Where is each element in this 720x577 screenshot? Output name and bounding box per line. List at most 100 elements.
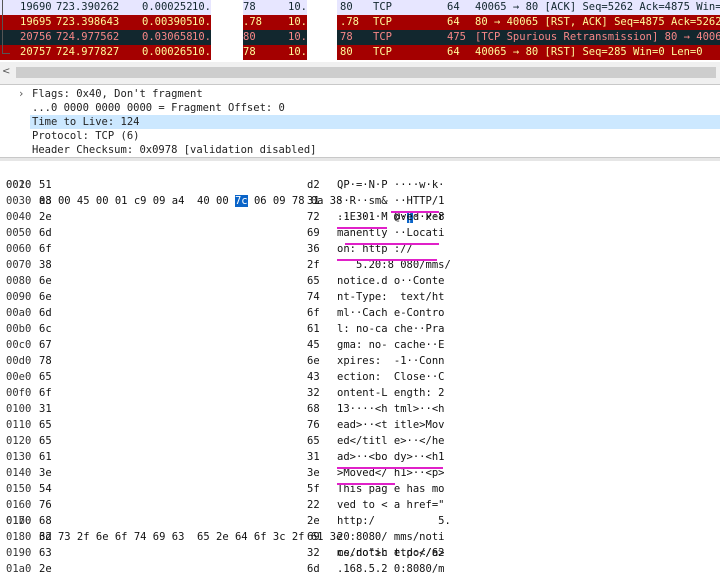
horizontal-scrollbar[interactable]: < <box>0 62 720 85</box>
bytes-hex[interactable]: 65 <box>39 417 52 433</box>
packet-length: 64 <box>447 46 460 58</box>
bytes-hex-tail[interactable]: 45 <box>307 337 320 353</box>
packet-row[interactable]: 20757 724.977827 0.000265 10. 78 10. 80 TCP 64 40… <box>0 45 720 60</box>
bytes-hex-tail[interactable]: 68 <box>307 401 320 417</box>
detail-flags[interactable]: Flags: 0x40, Don't fragment <box>32 87 203 101</box>
bytes-offset: 0130 <box>6 451 32 463</box>
packet-time: 723.398643 <box>56 16 120 28</box>
bytes-hex-tail[interactable]: d2 <box>307 177 320 193</box>
bytes-ascii[interactable]: http:/ 5. <box>337 513 451 529</box>
bytes-hex[interactable]: 51 <box>39 177 52 193</box>
bytes-offset: 0120 <box>6 435 32 447</box>
bytes-ascii[interactable]: notice.d o··Conte <box>337 273 444 289</box>
bytes-row: 0090 6e 74 nt-Type: text/ht <box>0 289 720 305</box>
bytes-hex-tail[interactable]: 31 <box>307 193 320 209</box>
scrollbar-thumb[interactable] <box>16 67 716 78</box>
bytes-ascii[interactable]: ··R··sm& ··HTTP/1 <box>337 193 444 209</box>
bytes-ascii[interactable]: l: no-ca che··Pra <box>337 321 444 337</box>
bytes-hex-tail[interactable]: 6d <box>307 561 320 577</box>
bytes-hex-tail[interactable]: 32 <box>307 385 320 401</box>
detail-ttl-selected[interactable]: Time to Live: 124 <box>30 115 720 129</box>
bytes-hex[interactable]: 61 <box>39 449 52 465</box>
bytes-hex[interactable]: 54 <box>39 481 52 497</box>
bytes-offset: 00b0 <box>6 323 32 335</box>
packet-row[interactable]: 20756 724.977562 0.030658 10. 80 10. 78 TCP 475[… <box>0 30 720 45</box>
bytes-ascii[interactable]: 20:8080/ mms/noti <box>337 529 444 545</box>
bytes-hex[interactable]: 6f <box>39 241 52 257</box>
bytes-ascii[interactable]: xpires: -1··Conn <box>337 353 444 369</box>
bytes-row: 0030 a3 31 ··R··sm& ··HTTP/1 <box>0 193 720 209</box>
detail-fragment-offset[interactable]: ...0 0000 0000 0000 = Fragment Offset: 0 <box>32 101 285 115</box>
bytes-ascii[interactable]: nt-Type: text/ht <box>337 289 444 305</box>
bytes-hex-tail[interactable]: 6f <box>307 305 320 321</box>
bytes-hex[interactable]: 3e <box>39 465 52 481</box>
packet-time: 724.977562 <box>56 31 120 43</box>
bytes-hex[interactable]: 38 <box>39 257 52 273</box>
bytes-hex[interactable]: 31 <box>39 401 52 417</box>
bytes-hex-tail[interactable]: 6e <box>307 353 320 369</box>
bytes-hex-tail[interactable]: 76 <box>307 417 320 433</box>
expand-arrow-icon[interactable]: › <box>18 87 24 101</box>
bytes-ascii[interactable]: ontent-L ength: 2 <box>337 385 444 401</box>
bytes-row: 00d0 78 6e xpires: -1··Conn <box>0 353 720 369</box>
packet-dst-tail: 80 <box>340 46 353 58</box>
annotation-underline <box>337 259 437 261</box>
packet-row[interactable]: 19690 723.390262 0.000252 10. 78 10. 80 TCP 64 40… <box>0 0 720 15</box>
packet-delta: 0.030658 <box>142 31 193 43</box>
bytes-hex-tail[interactable]: 43 <box>307 369 320 385</box>
bytes-hex[interactable]: 6c <box>39 321 52 337</box>
detail-checksum[interactable]: Header Checksum: 0x0978 [validation disa… <box>32 143 316 157</box>
packet-list[interactable]: 19690 723.390262 0.000252 10. 78 10. 80 TCP 64 40… <box>0 0 720 62</box>
bytes-ascii[interactable]: ead>··<t itle>Mov <box>337 417 444 433</box>
bytes-ascii[interactable]: 13····<h tml>··<h <box>337 401 444 417</box>
bytes-row: 0130 61 31 ad>··<bo dy>··<h1 <box>0 449 720 465</box>
bytes-ascii[interactable]: ad>··<bo dy>··<h1 <box>337 449 444 465</box>
bytes-offset: 0090 <box>6 291 32 303</box>
bytes-row: 0080 6e 65 notice.d o··Conte <box>0 273 720 289</box>
bytes-hex-tail[interactable]: 3e <box>307 465 320 481</box>
bytes-hex[interactable]: 78 <box>39 353 52 369</box>
bytes-ascii[interactable]: QP·=·N·P ····w·k· <box>337 177 444 193</box>
bytes-row: 00f0 6f 32 ontent-L ength: 2 <box>0 385 720 401</box>
bytes-hex-tail[interactable]: 65 <box>307 273 320 289</box>
bytes-hex-tail[interactable]: 2e <box>307 513 320 529</box>
bytes-hex-tail[interactable]: 74 <box>307 289 320 305</box>
bytes-ascii[interactable]: .168.5.2 0:8080/m <box>337 561 444 577</box>
bytes-ascii[interactable]: gma: no- cache··E <box>337 337 444 353</box>
bytes-hex[interactable]: 2e <box>39 209 52 225</box>
bytes-hex-tail[interactable]: 31 <box>307 449 320 465</box>
bytes-hex[interactable]: 6d 73 2f 6e 6f 74 69 63 65 2e 64 6f 3c 2… <box>39 529 342 545</box>
bytes-hex[interactable]: 2e <box>39 561 52 577</box>
bytes-hex[interactable]: 6e <box>39 273 52 289</box>
bytes-hex[interactable]: 6e <box>39 289 52 305</box>
bytes-hex-tail[interactable]: 32 <box>307 545 320 561</box>
bytes-hex[interactable]: 63 <box>39 545 52 561</box>
bytes-hex-tail[interactable]: 36 <box>307 241 320 257</box>
bytes-hex[interactable]: 68 <box>39 513 52 529</box>
bytes-ascii[interactable]: ed</titl e>··</he <box>337 433 444 449</box>
bytes-hex-tail[interactable]: 65 <box>307 433 320 449</box>
bytes-hex-tail[interactable]: 72 <box>307 209 320 225</box>
bytes-hex[interactable]: 6f <box>39 385 52 401</box>
packet-src-tail: 78 <box>243 46 256 58</box>
packet-time: 724.977827 <box>56 46 120 58</box>
bytes-ascii[interactable]: ms/notic e.do</a> <box>337 545 444 561</box>
bytes-hex[interactable]: 65 <box>39 369 52 385</box>
bytes-hex[interactable]: 6d <box>39 225 52 241</box>
bytes-hex-tail[interactable]: 2f <box>307 257 320 273</box>
bytes-hex[interactable]: 65 <box>39 433 52 449</box>
packet-row[interactable]: 19695 723.398643 0.003905 10. .78 10. .78 TCP 64… <box>0 15 720 30</box>
tree-line <box>2 0 9 15</box>
bytes-hex-tail[interactable]: 5f <box>307 481 320 497</box>
bytes-hex[interactable]: a3 <box>39 193 52 209</box>
bytes-row: 0020 51 d2 QP·=·N·P ····w·k· <box>0 177 720 193</box>
detail-protocol[interactable]: Protocol: TCP (6) <box>32 129 139 143</box>
bytes-hex-tail[interactable]: 69 <box>307 225 320 241</box>
bytes-offset: 0140 <box>6 467 32 479</box>
bytes-ascii[interactable]: ection: Close··C <box>337 369 444 385</box>
bytes-hex-tail[interactable]: 61 <box>307 321 320 337</box>
scroll-left-icon[interactable]: < <box>2 66 10 77</box>
bytes-hex[interactable]: 67 <box>39 337 52 353</box>
bytes-ascii[interactable]: ml··Cach e-Contro <box>337 305 444 321</box>
bytes-hex[interactable]: 6d <box>39 305 52 321</box>
